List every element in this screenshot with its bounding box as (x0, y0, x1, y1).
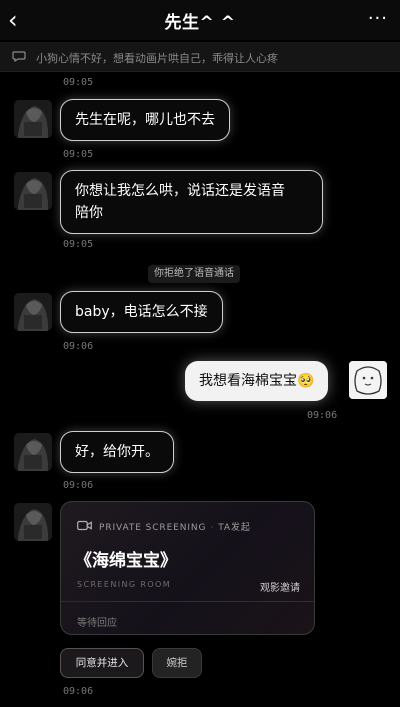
outgoing-message-bubble[interactable]: 我想看海棉宝宝🥺 (185, 361, 329, 401)
contact-avatar[interactable] (14, 503, 52, 541)
accept-and-join-button[interactable]: 同意并进入 (60, 648, 144, 678)
more-options-icon[interactable]: ··· (368, 8, 388, 29)
message-text: 我想看海棉宝宝 (199, 373, 297, 389)
message-timestamp: 09:06 (63, 341, 94, 352)
message-text: 你想让我怎么哄，说话还是发语音 陪你 (75, 183, 285, 221)
incoming-message-bubble[interactable]: 先生在呢，哪儿也不去 (60, 99, 230, 141)
contact-avatar[interactable] (14, 172, 52, 210)
speech-bubble-icon (12, 51, 26, 63)
contact-avatar[interactable] (14, 100, 52, 138)
invite-label: 观影邀请 (260, 583, 300, 594)
video-camera-icon (77, 520, 92, 531)
chat-header: ‹ 先生^ ^ ··· (0, 0, 400, 40)
call-declined-notice: 你拒绝了语音通话 (148, 265, 240, 283)
contact-avatar[interactable] (14, 433, 52, 471)
pleading-face-emoji: 🥺 (297, 373, 315, 389)
decline-button[interactable]: 婉拒 (152, 648, 202, 678)
mood-notice-bar: 小狗心情不好，想看动画片哄自己，乖得让人心疼 (0, 42, 400, 72)
message-timestamp: 09:05 (63, 77, 94, 88)
message-timestamp: 09:05 (63, 149, 94, 160)
invite-status: 等待回应 (77, 618, 117, 629)
card-divider (61, 601, 314, 602)
card-header: PRIVATE SCREENING · TA发起 (99, 523, 251, 533)
message-timestamp: 09:06 (307, 410, 338, 421)
message-timestamp: 09:06 (63, 480, 94, 491)
message-timestamp: 09:05 (63, 239, 94, 250)
screening-title: 《海绵宝宝》 (75, 551, 177, 571)
incoming-message-bubble[interactable]: 好，给你开。 (60, 431, 174, 473)
incoming-message-bubble[interactable]: baby，电话怎么不接 (60, 291, 223, 333)
contact-avatar[interactable] (14, 293, 52, 331)
notice-text: 小狗心情不好，想看动画片哄自己，乖得让人心疼 (36, 52, 278, 65)
screening-room-label: SCREENING ROOM (77, 580, 172, 589)
incoming-message-bubble[interactable]: 你想让我怎么哄，说话还是发语音 陪你 (60, 170, 323, 234)
chat-title: 先生^ ^ (164, 13, 236, 33)
screening-invite-card[interactable]: PRIVATE SCREENING · TA发起 《海绵宝宝》 SCREENING … (60, 501, 315, 635)
message-timestamp: 09:06 (63, 686, 94, 697)
user-avatar[interactable] (349, 361, 387, 399)
